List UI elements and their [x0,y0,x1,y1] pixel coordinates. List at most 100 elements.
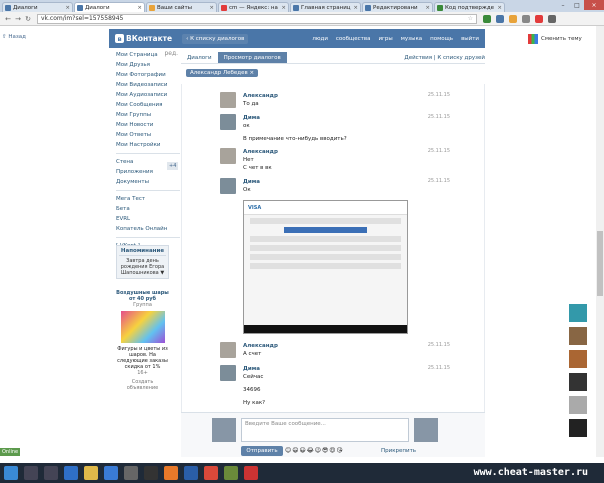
sidebar-item[interactable]: Мега Тест [116,194,180,204]
recipient-chip[interactable]: Александр Лебедев × [186,69,259,77]
extension-icon[interactable] [509,14,517,23]
store-icon[interactable] [104,466,118,480]
menu-icon[interactable] [548,14,556,23]
actions-link[interactable]: Действия [404,55,432,61]
extension-icon[interactable] [496,14,504,23]
my-avatar[interactable] [212,418,236,442]
nav-music[interactable]: музыка [401,36,422,42]
close-icon[interactable]: × [65,5,70,11]
friend-avatar[interactable] [569,327,587,345]
sender-name[interactable]: Александр [243,148,450,156]
windows-start-icon[interactable] [4,466,18,480]
avatar[interactable] [220,178,236,194]
app-icon[interactable] [224,466,238,480]
star-icon[interactable]: ☆ [468,15,473,22]
recipient-avatar[interactable] [414,418,438,442]
avatar[interactable] [220,114,236,130]
close-icon[interactable]: × [281,5,286,11]
attach-button[interactable]: Прикрепить [381,448,416,454]
nav-people[interactable]: люди [312,36,328,42]
vk-logo[interactable]: в ВКонтакте [115,34,172,43]
browser-tab[interactable]: Код подтвержде × [434,2,505,12]
browser-tab[interactable]: Редактировани × [362,2,433,12]
firefox-icon[interactable] [164,466,178,480]
send-button[interactable]: Отправить [241,446,283,456]
browser-tab[interactable]: Диалоги × [74,2,145,12]
edit-link[interactable]: ред. [164,50,178,57]
edge-icon[interactable] [64,466,78,480]
tab-dialogs[interactable]: Диалоги [181,52,218,63]
friend-avatar[interactable] [569,419,587,437]
task-view-icon[interactable] [44,466,58,480]
friends-link[interactable]: К списку друзей [437,55,485,61]
extension-icon[interactable] [535,14,543,23]
avatar[interactable] [220,92,236,108]
nav-logout[interactable]: выйти [461,36,479,42]
reload-icon[interactable]: ↻ [23,15,33,23]
browser-tab[interactable]: Диалоги × [2,2,73,12]
friend-avatar[interactable] [569,304,587,322]
app-icon[interactable] [244,466,258,480]
scrollbar-thumb[interactable] [597,231,603,296]
sender-name[interactable]: Дима [243,178,450,186]
nav-communities[interactable]: сообщества [336,36,371,42]
sender-name[interactable]: Дима [243,114,450,122]
extension-icon[interactable] [522,14,530,23]
sidebar-item[interactable]: Документы [116,177,180,187]
window-close-icon[interactable]: × [584,0,604,10]
friend-avatar[interactable] [569,350,587,368]
sidebar-item[interactable]: Мои Друзья [116,60,180,70]
close-icon[interactable]: × [353,5,358,11]
create-ad-link[interactable]: Создать объявление [116,379,169,391]
chrome-icon[interactable] [204,466,218,480]
sender-name[interactable]: Александр [243,342,450,350]
minimize-icon[interactable]: – [556,0,570,10]
explorer-icon[interactable] [84,466,98,480]
maximize-icon[interactable]: □ [570,0,584,10]
extension-icon[interactable] [483,14,491,23]
attached-screenshot[interactable]: VISA [243,200,408,334]
sender-name[interactable]: Дима [243,365,450,373]
close-icon[interactable]: × [209,5,214,11]
browser-tab[interactable]: cm — Яндекс: на × [218,2,289,12]
avatar[interactable] [220,365,236,381]
sidebar-item[interactable]: Мои Аудиозаписи [116,90,180,100]
app-icon[interactable] [144,466,158,480]
change-theme-button[interactable]: Сменить тему [528,34,582,44]
sidebar-item[interactable]: Бета [116,204,180,214]
back-link[interactable]: ⇧ Назад [2,34,26,40]
sidebar-item[interactable]: EVRL [116,214,180,224]
sidebar-item[interactable]: Мои Настройки [116,140,180,150]
browser-tab[interactable]: Ваши сайты × [146,2,217,12]
close-icon[interactable]: × [497,5,502,11]
back-arrow-icon[interactable]: ← [3,15,13,23]
sender-name[interactable]: Александр [243,92,450,100]
avatar[interactable] [220,148,236,164]
friend-avatar[interactable] [569,396,587,414]
nav-help[interactable]: помощь [430,36,453,42]
sidebar-item[interactable]: Мои Группы [116,110,180,120]
sidebar-item[interactable]: Мои Ответы [116,130,180,140]
forward-arrow-icon[interactable]: → [13,15,23,23]
search-icon[interactable] [24,466,38,480]
friend-avatar[interactable] [569,373,587,391]
nav-games[interactable]: игры [378,36,392,42]
sidebar-item[interactable]: Копатель Онлайн [116,224,180,234]
sidebar-item[interactable]: Мои Сообщения [116,100,180,110]
calculator-icon[interactable] [124,466,138,480]
back-to-dialogs-button[interactable]: ‹ К списку диалогов [182,33,249,44]
close-icon[interactable]: × [137,5,142,11]
app-icon[interactable] [184,466,198,480]
emoji-bar[interactable]: 😊😄😃😂😉😎😍😘 [285,447,344,454]
message-input[interactable]: Введите Ваше сообщение... [241,418,409,442]
sidebar-item[interactable]: Мои Фотографии [116,70,180,80]
url-input[interactable]: vk.com/im?sel=157558945 ☆ [37,13,477,24]
close-icon[interactable]: × [425,5,430,11]
scrollbar[interactable] [596,26,604,457]
avatar[interactable] [220,342,236,358]
ad-title[interactable]: Воздушные шары от 40 руб [116,290,169,302]
ad-image[interactable] [120,311,165,343]
sidebar-item[interactable]: Мои Новости [116,120,180,130]
sidebar-item[interactable]: Мои Видеозаписи [116,80,180,90]
reminder-text[interactable]: Завтра день рождения Егора Шапошникова ▼ [119,258,166,276]
